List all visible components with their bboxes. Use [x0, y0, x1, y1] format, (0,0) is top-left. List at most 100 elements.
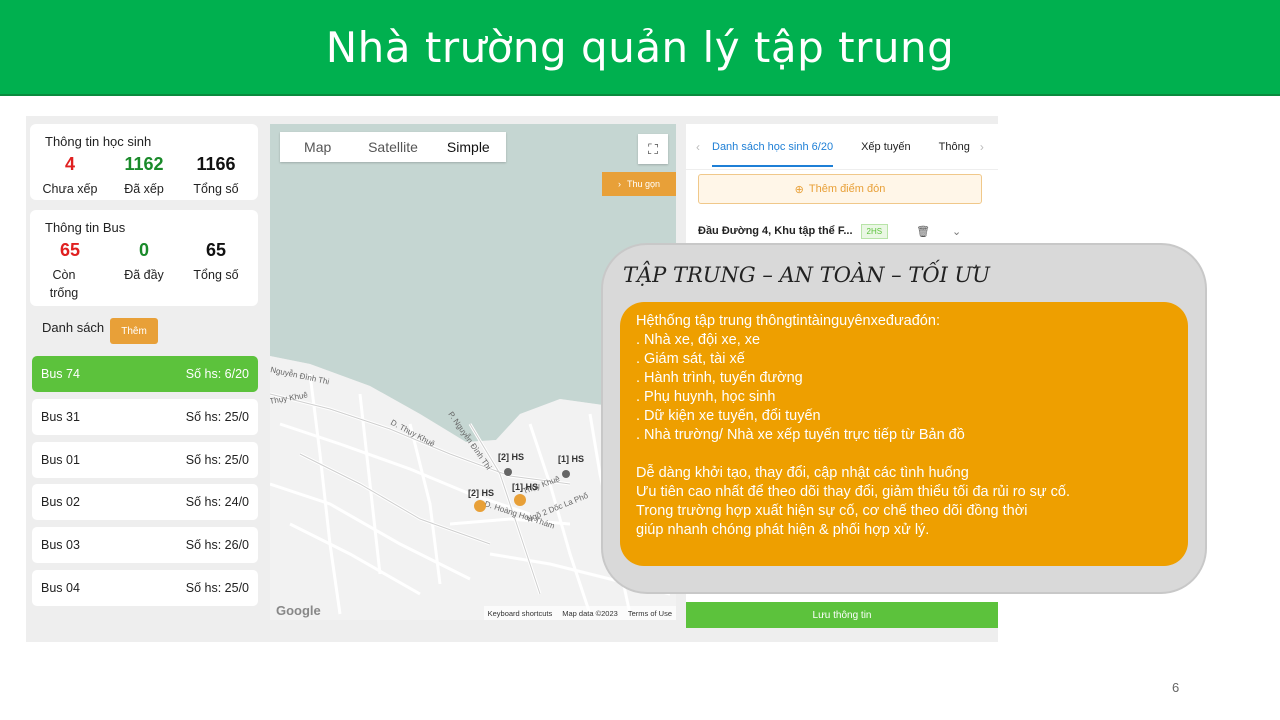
tab-info[interactable]: Thông: [939, 141, 970, 153]
callout-line: . Dữ kiện xe tuyến, đổi tuyến: [636, 408, 821, 424]
callout-line: Trong trường hợp xuất hiện sự cố, cơ chế…: [636, 503, 1028, 519]
tab-simple[interactable]: Simple: [431, 132, 506, 162]
stat-label: Tổng số: [193, 182, 239, 196]
bus-item[interactable]: Bus 03 Số hs: 26/0: [32, 527, 258, 563]
trash-icon[interactable]: 🗑: [916, 225, 930, 238]
chevron-left-icon[interactable]: ‹: [696, 140, 700, 154]
bus-info-title: Thông tin Bus: [45, 220, 126, 235]
slide-title: Nhà trường quản lý tập trung: [325, 22, 955, 72]
collapse-button[interactable]: › Thu gọn: [602, 172, 676, 196]
callout-panel: TẬP TRUNG – AN TOÀN – TỐI ƯU Hệthống tập…: [601, 243, 1207, 594]
stat-value: 1166: [196, 154, 236, 174]
stat-label: Còn trống: [49, 268, 79, 300]
street-label: D. Thụy Khuê: [389, 418, 437, 449]
marker-label: [2] HS: [468, 488, 494, 498]
list-label: Danh sách: [42, 320, 105, 335]
chevron-right-icon[interactable]: ›: [980, 140, 984, 154]
student-count-badge: 2HS: [860, 223, 889, 239]
callout-line: . Phụ huynh, học sinh: [636, 389, 776, 405]
plus-circle-icon: ⊕: [794, 183, 804, 196]
bus-count: Số hs: 25/0: [185, 453, 249, 467]
street-label: Nguyễn Đình Thi: [270, 365, 330, 386]
bus-count: Số hs: 25/0: [185, 581, 249, 595]
stat-full: 0 Đã đầy: [110, 240, 178, 284]
stat-assigned: 1162 Đã xếp: [110, 154, 178, 198]
bus-count: Số hs: 24/0: [185, 495, 249, 509]
bus-name: Bus 01: [41, 453, 80, 467]
callout-line: Ưu tiên cao nhất để theo dõi thay đổi, g…: [636, 484, 1070, 500]
title-banner: Nhà trường quản lý tập trung: [0, 0, 1280, 96]
street-label: Thụy Khuê: [270, 390, 309, 406]
bus-name: Bus 02: [41, 495, 80, 509]
stat-label: Tổng số: [193, 268, 239, 282]
bus-item[interactable]: Bus 31 Số hs: 25/0: [32, 399, 258, 435]
marker-pin-orange: [474, 500, 486, 512]
marker-label: [2] HS: [498, 452, 524, 462]
tab-map[interactable]: Map: [280, 132, 355, 162]
stat-value: 65: [59, 240, 81, 260]
callout-line: . Nhà xe, đội xe, xe: [636, 332, 761, 348]
add-pickup-button[interactable]: ⊕ Thêm điểm đón: [698, 174, 982, 204]
stat-total-bus: 65 Tổng số: [184, 240, 248, 284]
bus-item[interactable]: Bus 02 Số hs: 24/0: [32, 484, 258, 520]
stat-label: Chưa xếp: [42, 182, 98, 196]
bus-count: Số hs: 26/0: [185, 538, 249, 552]
callout-title: TẬP TRUNG – AN TOÀN – TỐI ƯU: [623, 263, 990, 287]
stat-label: Đã xếp: [124, 182, 164, 196]
page-number: 6: [1172, 680, 1180, 695]
right-tabs: ‹ Danh sách học sinh 6/20 Xếp tuyến Thôn…: [686, 124, 998, 170]
route-title: Đầu Đường 4, Khu tập thể F...: [698, 225, 853, 237]
bus-count: Số hs: 25/0: [185, 410, 249, 424]
terms-link[interactable]: Terms of Use: [628, 609, 672, 618]
stat-total: 1166 Tổng số: [184, 154, 248, 198]
bus-name: Bus 03: [41, 538, 80, 552]
left-panel: Thông tin học sinh 4 Chưa xếp 1162 Đã xế…: [30, 124, 260, 620]
map-footer: Keyboard shortcuts Map data ©2023 Terms …: [483, 606, 676, 620]
marker-pin-grey: [504, 468, 512, 476]
fullscreen-icon[interactable]: ⛶: [638, 134, 668, 164]
stat-value: 0: [138, 240, 149, 260]
marker-label: [1] HS: [558, 454, 584, 464]
callout-line: . Giám sát, tài xế: [636, 351, 745, 367]
save-button[interactable]: Lưu thông tin: [686, 602, 998, 628]
callout-line: . Nhà trường/ Nhà xe xếp tuyến trực tiếp…: [636, 427, 965, 443]
map-type-tabs: Map Satellite Simple: [280, 132, 506, 162]
add-pickup-label: Thêm điểm đón: [808, 183, 886, 195]
bus-name: Bus 74: [41, 367, 80, 381]
bus-item[interactable]: Bus 74 Số hs: 6/20: [32, 356, 258, 392]
marker-pin-orange: [514, 494, 526, 506]
student-info-title: Thông tin học sinh: [45, 134, 152, 149]
street-label: P. Nguyễn Đình Thi: [446, 410, 493, 472]
map-data-text: Map data ©2023: [562, 608, 618, 618]
bus-item[interactable]: Bus 04 Số hs: 25/0: [32, 570, 258, 606]
bus-item[interactable]: Bus 01 Số hs: 25/0: [32, 442, 258, 478]
tab-student-list[interactable]: Danh sách học sinh 6/20: [712, 141, 834, 167]
tab-routing[interactable]: Xếp tuyến: [861, 141, 911, 153]
collapse-label: Thu gọn: [626, 179, 661, 189]
stat-available: 65 Còn trống: [40, 240, 100, 302]
add-button[interactable]: Thêm: [110, 318, 158, 344]
callout-body: Hệthống tập trung thôngtintàinguyênxeđưa…: [620, 302, 1188, 566]
chevron-down-icon[interactable]: ⌄: [952, 225, 961, 238]
callout-line: Dễ dàng khởi tạo, thay đổi, cập nhật các…: [636, 465, 969, 481]
bus-info-card: Thông tin Bus 65 Còn trống 0 Đã đầy 65 T…: [30, 210, 258, 306]
callout-line: . Hành trình, tuyến đường: [636, 370, 803, 386]
student-info-card: Thông tin học sinh 4 Chưa xếp 1162 Đã xế…: [30, 124, 258, 200]
callout-line: giúp nhanh chóng phát hiện & phối hợp xử…: [636, 522, 930, 538]
chevron-right-icon: ›: [617, 179, 621, 189]
callout-line: Hệthống tập trung thôngtintàinguyênxeđưa…: [636, 313, 940, 329]
stat-value: 4: [64, 154, 75, 174]
stat-value: 65: [205, 240, 227, 260]
keyboard-shortcuts-link[interactable]: Keyboard shortcuts: [488, 609, 553, 618]
bus-count: Số hs: 6/20: [185, 367, 249, 381]
bus-name: Bus 04: [41, 581, 80, 595]
stat-label: Đã đầy: [124, 268, 164, 282]
tab-satellite[interactable]: Satellite: [355, 132, 430, 162]
bus-name: Bus 31: [41, 410, 80, 424]
google-logo: Google: [276, 603, 321, 618]
stat-value: 1162: [124, 154, 164, 174]
stat-unassigned: 4 Chưa xếp: [38, 154, 102, 198]
marker-pin-grey: [562, 470, 570, 478]
route-item[interactable]: Đầu Đường 4, Khu tập thể F... 2HS 🗑 ⌄: [698, 220, 988, 242]
